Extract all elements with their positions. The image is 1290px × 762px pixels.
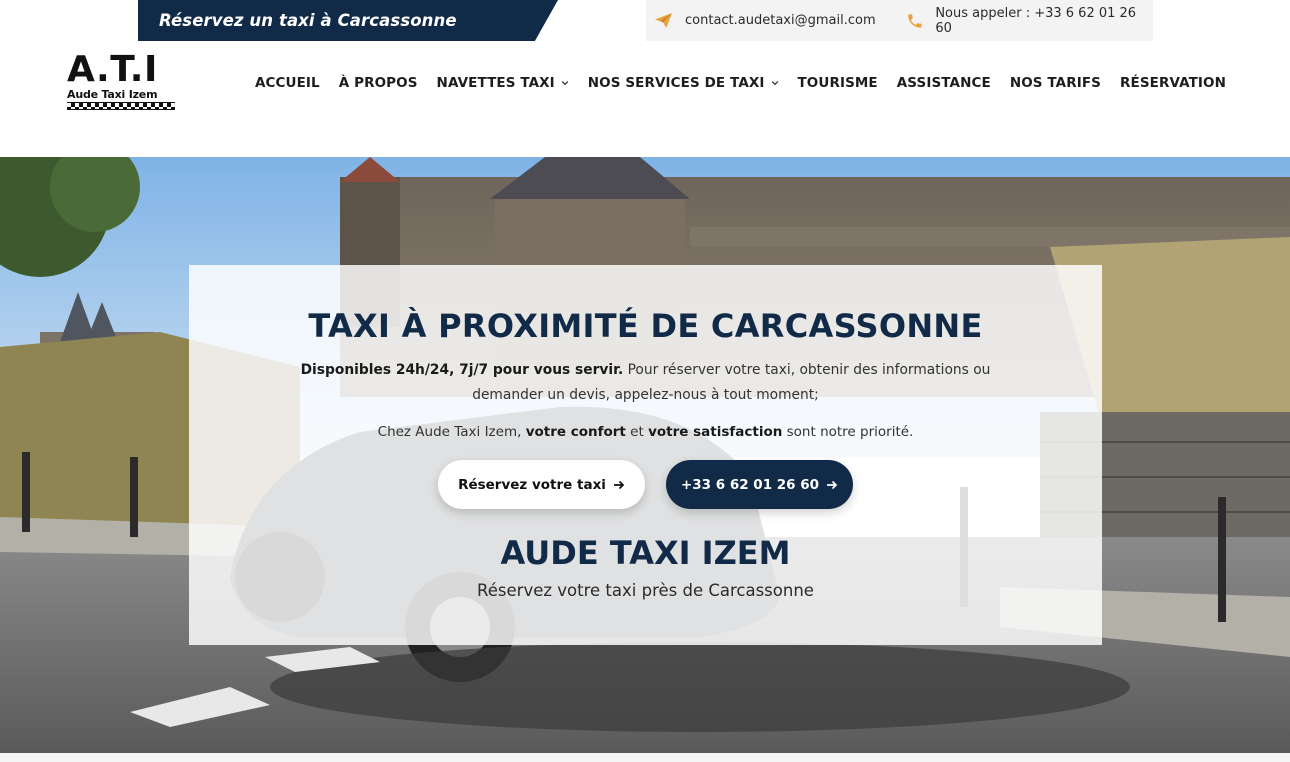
- nav-item-tourisme[interactable]: TOURISME: [798, 75, 878, 91]
- nav-item-label: RÉSERVATION: [1120, 75, 1226, 91]
- email-link[interactable]: contact.audetaxi@gmail.com: [654, 12, 876, 29]
- email-text: contact.audetaxi@gmail.com: [685, 13, 876, 28]
- nav-item-accueil[interactable]: ACCUEIL: [255, 75, 320, 91]
- paper-plane-icon: [655, 12, 672, 29]
- main-nav: ACCUEIL À PROPOS NAVETTES TAXI NOS SERVI…: [236, 73, 1226, 93]
- nav-item-label: ACCUEIL: [254, 75, 320, 91]
- book-taxi-label: Réservez votre taxi: [458, 476, 606, 493]
- phone-icon: [907, 13, 922, 28]
- phone-link[interactable]: Nous appeler : +33 6 62 01 26 60: [906, 6, 1153, 36]
- arrow-right-icon: [827, 480, 838, 489]
- nav-item-label: NOS TARIFS: [1009, 75, 1101, 91]
- site-logo[interactable]: A.T.I Aude Taxi Izem: [67, 52, 177, 114]
- logo-subtitle: Aude Taxi Izem: [67, 88, 158, 101]
- priority-part3: sont notre priorité.: [782, 424, 914, 440]
- hero-priority-text: Chez Aude Taxi Izem, votre confort et vo…: [189, 420, 1102, 444]
- nav-item-reservation[interactable]: RÉSERVATION: [1120, 75, 1226, 91]
- hero-brand-subtitle: Réservez votre taxi près de Carcassonne: [477, 581, 814, 600]
- chevron-down-icon: [561, 81, 569, 86]
- hero-brand-title: AUDE TAXI IZEM: [500, 534, 791, 572]
- nav-item-nos-services[interactable]: NOS SERVICES DE TAXI: [588, 75, 779, 91]
- nav-item-label: TOURISME: [797, 75, 878, 91]
- priority-bold1: votre confort: [525, 424, 626, 440]
- nav-item-a-propos[interactable]: À PROPOS: [339, 75, 418, 91]
- logo-checker-pattern: [67, 102, 175, 110]
- hero-overlay-card: TAXI À PROXIMITÉ DE CARCASSONNE Disponib…: [189, 265, 1102, 645]
- top-bar: Réservez un taxi à Carcassonne contact.a…: [0, 0, 1290, 41]
- logo-letters: A.T.I: [67, 49, 158, 90]
- nav-item-label: ASSISTANCE: [896, 75, 991, 91]
- book-taxi-button[interactable]: Réservez votre taxi: [438, 460, 645, 509]
- hero-section: TAXI À PROXIMITÉ DE CARCASSONNE Disponib…: [0, 157, 1290, 753]
- tagline-banner: Réservez un taxi à Carcassonne: [138, 0, 558, 41]
- arrow-right-icon: [613, 480, 625, 489]
- nav-item-navettes-taxi[interactable]: NAVETTES TAXI: [437, 75, 569, 91]
- phone-text: Nous appeler : +33 6 62 01 26 60: [935, 5, 1137, 36]
- priority-bold2: votre satisfaction: [648, 424, 783, 440]
- priority-part2: et: [625, 424, 649, 440]
- nav-item-label: À PROPOS: [338, 75, 418, 91]
- call-button[interactable]: +33 6 62 01 26 60: [666, 460, 853, 509]
- tagline-text: Réservez un taxi à Carcassonne: [159, 11, 457, 30]
- contact-bar: contact.audetaxi@gmail.com Nous appeler …: [646, 0, 1153, 41]
- nav-item-label: NOS SERVICES DE TAXI: [587, 75, 765, 91]
- priority-part1: Chez Aude Taxi Izem,: [377, 424, 526, 440]
- availability-bold: Disponibles 24h/24, 7j/7 pour vous servi…: [300, 362, 624, 378]
- section-divider: [0, 753, 1290, 762]
- nav-item-nos-tarifs[interactable]: NOS TARIFS: [1010, 75, 1101, 91]
- availability-rest: Pour réserver votre taxi, obtenir des in…: [623, 362, 991, 378]
- hero-description-line1: Disponibles 24h/24, 7j/7 pour vous servi…: [189, 358, 1102, 382]
- chevron-down-icon: [771, 81, 778, 86]
- hero-title: TAXI À PROXIMITÉ DE CARCASSONNE: [308, 307, 983, 345]
- hero-description-line2: demander un devis, appelez-nous à tout m…: [472, 387, 819, 403]
- site-header: A.T.I Aude Taxi Izem ACCUEIL À PROPOS NA…: [0, 41, 1290, 157]
- nav-item-label: NAVETTES TAXI: [436, 75, 555, 91]
- nav-item-assistance[interactable]: ASSISTANCE: [897, 75, 991, 91]
- call-button-label: +33 6 62 01 26 60: [680, 476, 820, 493]
